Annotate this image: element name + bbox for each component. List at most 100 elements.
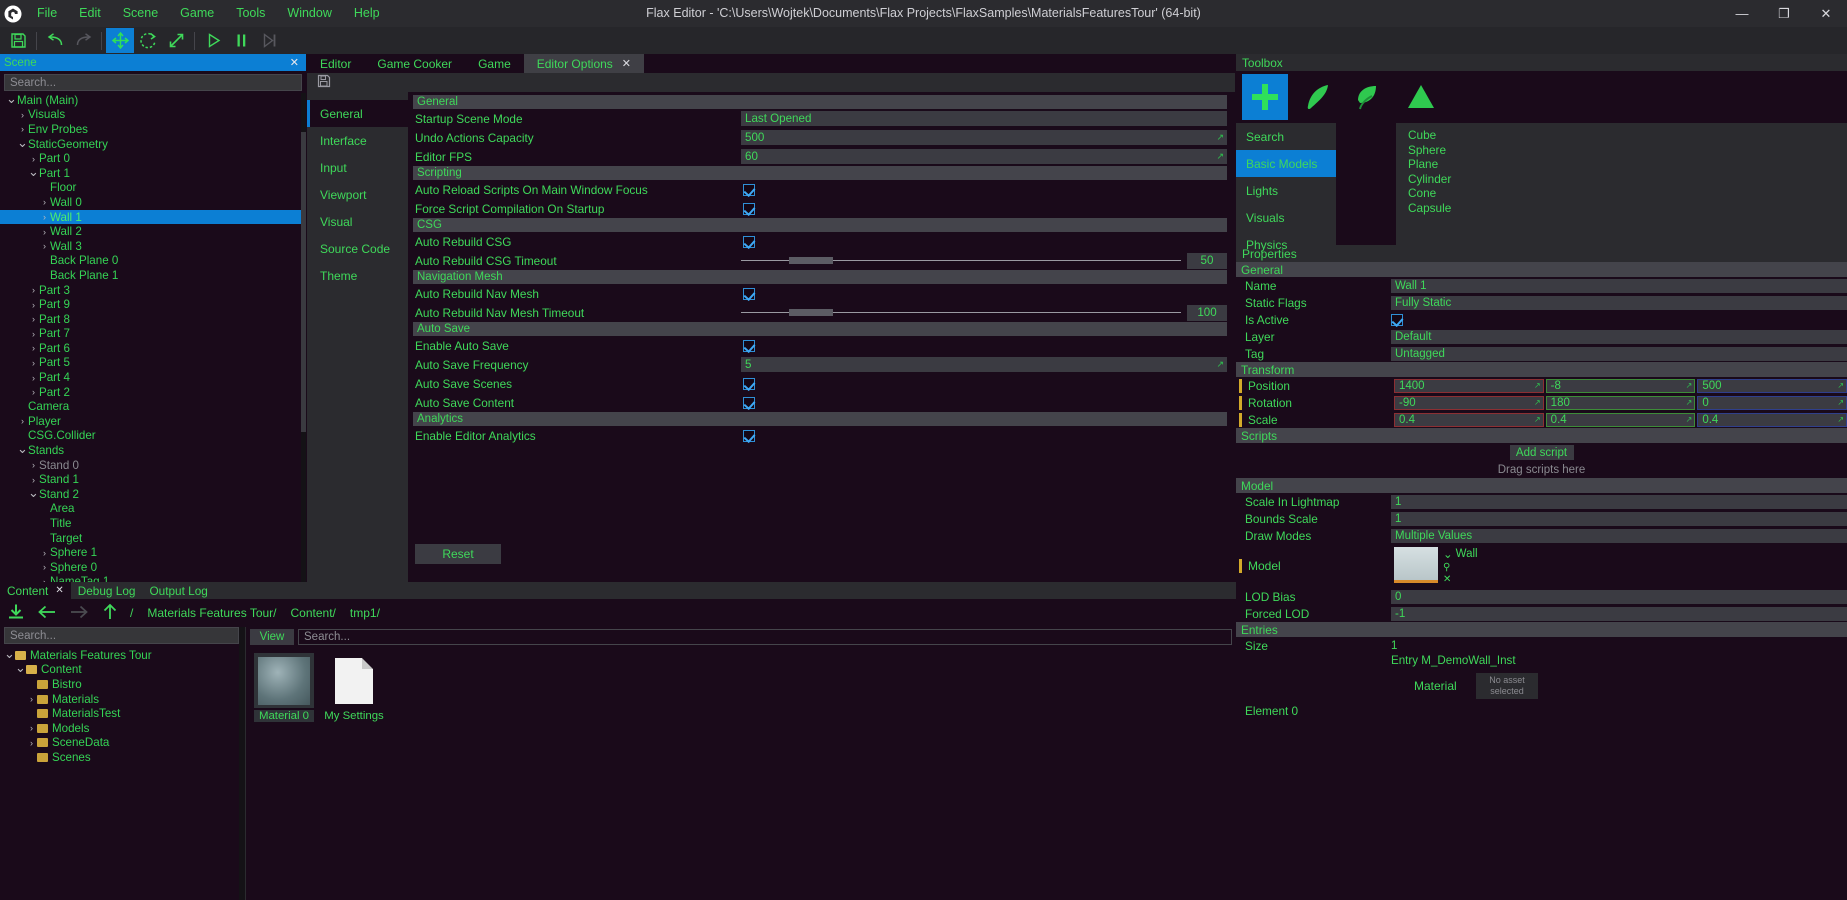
- slider-auto-rebuild-csg-timeout[interactable]: 50: [741, 252, 1227, 269]
- menu-item-help[interactable]: Help: [343, 0, 391, 27]
- scene-search-input[interactable]: Search...: [4, 74, 302, 91]
- content-search-input[interactable]: Search...: [298, 629, 1232, 645]
- checkbox-auto-reload-scripts-on-main-window-focus[interactable]: [743, 183, 755, 196]
- content-tree-item[interactable]: ›Scenes: [0, 750, 245, 765]
- pause-icon[interactable]: [227, 28, 255, 53]
- transform-position-x[interactable]: 1400 ↗: [1394, 378, 1544, 393]
- play-icon[interactable]: [199, 28, 227, 53]
- content-tab-debug-log[interactable]: Debug Log: [71, 582, 143, 599]
- drag-handle-icon[interactable]: ↗: [1686, 415, 1693, 424]
- drag-handle-icon[interactable]: ↗: [1837, 415, 1844, 424]
- step-icon[interactable]: [255, 28, 283, 53]
- toolbox-item-cone[interactable]: Cone: [1408, 186, 1847, 201]
- foliage-paint-icon[interactable]: [1294, 74, 1340, 120]
- scene-tree-item[interactable]: › Part 0: [0, 151, 301, 166]
- checkbox-enable-editor-analytics[interactable]: [743, 429, 755, 442]
- checkbox-enable-auto-save[interactable]: [743, 339, 755, 352]
- drag-handle-icon[interactable]: ↗: [1686, 398, 1693, 407]
- drag-handle-icon[interactable]: ↗: [1686, 381, 1693, 390]
- spawn-plus-icon[interactable]: [1242, 74, 1288, 120]
- checkbox-auto-save-scenes[interactable]: [743, 377, 755, 390]
- slider-value[interactable]: 100: [1187, 304, 1227, 321]
- translate-gizmo-icon[interactable]: [106, 28, 134, 53]
- drag-handle-icon[interactable]: ↗: [1216, 132, 1224, 143]
- content-tree-item[interactable]: › SceneData: [0, 736, 245, 751]
- save-icon[interactable]: [4, 28, 32, 53]
- content-tree-item[interactable]: ›MaterialsTest: [0, 706, 245, 721]
- slider-thumb[interactable]: [789, 309, 834, 316]
- toolbox-item-plane[interactable]: Plane: [1408, 157, 1847, 172]
- tab-editor-options[interactable]: Editor Options ✕: [523, 54, 645, 73]
- foliage-icon[interactable]: [1346, 74, 1392, 120]
- view-button[interactable]: View: [250, 629, 294, 645]
- drag-handle-icon[interactable]: ↗: [1837, 381, 1844, 390]
- model-value-lod-bias[interactable]: 0: [1391, 589, 1847, 604]
- content-tree-item[interactable]: ›Bistro: [0, 677, 245, 692]
- scene-tree-item[interactable]: › Sphere 1: [0, 545, 301, 560]
- scene-tree-item[interactable]: › Visuals: [0, 108, 301, 123]
- undo-icon[interactable]: [41, 28, 69, 53]
- content-tree-item[interactable]: › Models: [0, 721, 245, 736]
- scene-tree-item[interactable]: › Part 5: [0, 356, 301, 371]
- drag-handle-icon[interactable]: ↗: [1534, 398, 1541, 407]
- menu-item-window[interactable]: Window: [276, 0, 342, 27]
- slider-thumb[interactable]: [789, 257, 834, 264]
- toolbox-nav-basic-models[interactable]: Basic Models: [1236, 150, 1336, 177]
- model-value-draw-modes[interactable]: Multiple Values: [1391, 528, 1847, 543]
- scene-tree-item[interactable]: › Part 8: [0, 312, 301, 327]
- clear-asset-icon[interactable]: ✕: [1443, 574, 1478, 585]
- slider-auto-rebuild-nav-mesh-timeout[interactable]: 100: [741, 304, 1227, 321]
- slider-track[interactable]: [741, 257, 1181, 264]
- no-asset-selected-placeholder[interactable]: No asset selected: [1476, 673, 1538, 699]
- transform-position-z[interactable]: 500 ↗: [1697, 378, 1847, 393]
- toolbox-item-cube[interactable]: Cube: [1408, 128, 1847, 143]
- options-value-field[interactable]: Last Opened: [741, 111, 1227, 126]
- scene-tree[interactable]: ⌄ Main (Main) › Visuals › Env Probes ⌄ StaticGe…: [0, 93, 301, 582]
- options-nav-visual[interactable]: Visual: [307, 208, 408, 235]
- transform-position-y[interactable]: -8 ↗: [1545, 378, 1696, 393]
- checkbox-auto-rebuild-nav-mesh[interactable]: [743, 287, 755, 300]
- scale-gizmo-icon[interactable]: [162, 28, 190, 53]
- tab-editor[interactable]: Editor: [307, 54, 364, 73]
- toolbox-item-capsule[interactable]: Capsule: [1408, 201, 1847, 216]
- breadcrumb-item-0[interactable]: /: [130, 606, 133, 620]
- property-value-name[interactable]: Wall 1: [1391, 278, 1847, 293]
- content-tree-search-input[interactable]: Search...: [4, 627, 239, 644]
- scene-tree-item[interactable]: ⌄ Main (Main): [0, 93, 301, 108]
- drag-handle-icon[interactable]: ↗: [1216, 359, 1224, 370]
- scene-tree-item[interactable]: › Stand 0: [0, 458, 301, 473]
- checkbox-auto-save-content[interactable]: [743, 396, 755, 409]
- asset-item[interactable]: My Settings: [324, 653, 384, 722]
- close-icon[interactable]: ✕: [55, 585, 63, 596]
- toolbox-item-cylinder[interactable]: Cylinder: [1408, 172, 1847, 187]
- minimize-button[interactable]: —: [1721, 0, 1763, 27]
- property-value-static-flags[interactable]: Fully Static: [1391, 295, 1847, 310]
- scene-tree-item[interactable]: ⌄ Stand 2: [0, 485, 301, 502]
- drag-handle-icon[interactable]: ↗: [1534, 415, 1541, 424]
- add-script-button[interactable]: Add script: [1509, 445, 1574, 460]
- transform-scale-z[interactable]: 0.4 ↗: [1697, 412, 1847, 427]
- scene-tree-item[interactable]: ›CSG.Collider: [0, 429, 301, 444]
- scene-tree-item-selected[interactable]: › Wall 1: [0, 209, 301, 225]
- breadcrumb-item-1[interactable]: Materials Features Tour/: [147, 606, 276, 620]
- content-tree-item[interactable]: ⌄ Materials Features Tour: [0, 646, 245, 663]
- options-nav-input[interactable]: Input: [307, 154, 408, 181]
- scene-tree-item[interactable]: › NameTag 1: [0, 575, 301, 582]
- scene-tree-item[interactable]: › Env Probes: [0, 122, 301, 137]
- options-nav-theme[interactable]: Theme: [307, 262, 408, 289]
- scene-tree-item[interactable]: › Part 2: [0, 385, 301, 400]
- property-value-tag[interactable]: Untagged: [1391, 346, 1847, 361]
- menu-item-file[interactable]: File: [26, 0, 68, 27]
- up-arrow-icon[interactable]: [100, 602, 120, 625]
- close-button[interactable]: ✕: [1805, 0, 1847, 27]
- scene-tree-item[interactable]: › Part 6: [0, 341, 301, 356]
- checkbox-force-script-compilation-on-startup[interactable]: [743, 202, 755, 215]
- scene-tree-item[interactable]: › Stand 1: [0, 472, 301, 487]
- options-nav-general[interactable]: General: [307, 100, 408, 127]
- scene-tree-item[interactable]: ›Back Plane 0: [0, 254, 301, 269]
- scene-tree-scroll-thumb[interactable]: [301, 132, 306, 432]
- scene-tree-item[interactable]: › Part 3: [0, 283, 301, 298]
- scene-tree-item[interactable]: › Part 4: [0, 370, 301, 385]
- model-value-forced-lod[interactable]: -1: [1391, 606, 1847, 621]
- content-tab-output-log[interactable]: Output Log: [142, 582, 214, 599]
